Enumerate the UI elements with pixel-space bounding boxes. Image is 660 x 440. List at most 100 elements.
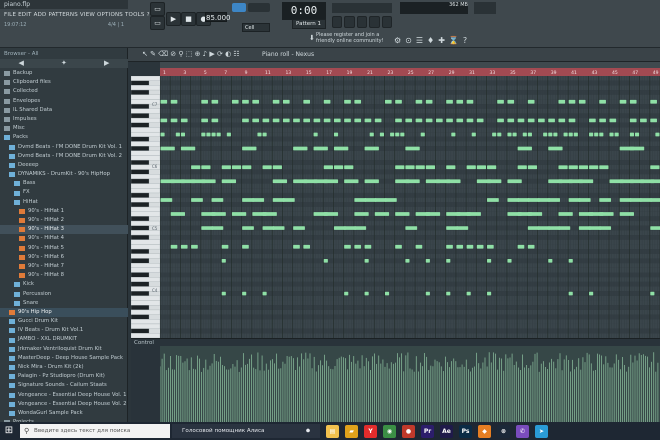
white-key[interactable] [131, 323, 160, 329]
note[interactable] [262, 118, 270, 123]
note[interactable] [594, 132, 599, 137]
note[interactable] [548, 258, 553, 263]
note[interactable] [568, 99, 576, 104]
note[interactable] [589, 291, 594, 296]
black-key[interactable] [131, 225, 150, 231]
note[interactable] [563, 132, 568, 137]
browser-item[interactable]: Jrkmaker Ventriloquist Drum Kit [0, 345, 128, 354]
note[interactable] [170, 99, 178, 104]
note[interactable] [160, 198, 173, 202]
note[interactable] [242, 226, 254, 230]
note[interactable] [191, 244, 198, 249]
note[interactable] [466, 244, 474, 249]
note[interactable] [415, 165, 425, 170]
note[interactable] [538, 118, 545, 123]
note[interactable] [446, 99, 453, 104]
note[interactable] [558, 226, 571, 230]
note[interactable] [599, 198, 612, 202]
black-key[interactable] [131, 216, 150, 222]
note[interactable] [466, 118, 474, 123]
note[interactable] [395, 165, 405, 170]
white-key[interactable] [131, 94, 160, 100]
note[interactable] [568, 258, 573, 263]
note[interactable] [364, 179, 379, 184]
note[interactable] [272, 99, 280, 104]
note[interactable] [364, 258, 369, 263]
note[interactable] [650, 118, 657, 123]
note[interactable] [527, 118, 535, 123]
browser-item[interactable]: IV Beats - Drum Kit Vol.1 [0, 326, 128, 335]
pat-song-toggle[interactable]: ▭ [150, 2, 165, 16]
browser-item[interactable]: Collected [0, 87, 128, 96]
note[interactable] [589, 118, 596, 123]
note[interactable] [364, 146, 379, 151]
note[interactable] [354, 226, 367, 230]
typing-keyboard-toggle[interactable] [232, 3, 246, 12]
note[interactable] [344, 226, 356, 230]
note[interactable] [650, 291, 655, 296]
note[interactable] [466, 99, 474, 104]
note[interactable] [344, 99, 351, 104]
tempo-icon[interactable]: ⌛ [449, 36, 459, 45]
note[interactable] [466, 291, 471, 296]
browser-item[interactable]: Signature Sounds - Cailum Staats [0, 381, 128, 390]
note[interactable] [201, 132, 206, 137]
menu-add[interactable]: ADD [34, 12, 47, 18]
note[interactable] [609, 132, 614, 137]
white-key[interactable] [131, 117, 160, 123]
note[interactable] [211, 132, 216, 137]
note[interactable] [262, 132, 267, 137]
register-notice[interactable]: Please register and join a friendly onli… [306, 32, 386, 48]
note[interactable] [242, 291, 247, 296]
note[interactable] [180, 132, 186, 137]
browser-item[interactable]: Vengeance - Essential Deep House Vol. 2 [0, 400, 128, 409]
note[interactable] [629, 146, 645, 151]
note[interactable] [262, 226, 275, 230]
note[interactable] [456, 99, 464, 104]
note[interactable] [323, 118, 331, 123]
white-key[interactable] [131, 267, 160, 273]
note[interactable] [487, 198, 499, 202]
black-key[interactable] [131, 89, 150, 95]
black-key[interactable] [131, 305, 150, 311]
note[interactable] [446, 258, 451, 263]
note[interactable] [170, 118, 178, 123]
note[interactable] [272, 179, 288, 184]
note[interactable] [650, 226, 660, 230]
note[interactable] [170, 244, 178, 249]
browser-item[interactable]: Dvmd Beats - I'M DONE Drum Kit Vol. 1 [0, 143, 128, 152]
browser-item[interactable]: JAMBO - XXL DRUMKIT [0, 335, 128, 344]
note[interactable] [231, 212, 247, 216]
browser-item[interactable]: FX [0, 188, 128, 197]
white-key[interactable] [131, 183, 160, 189]
browser-item[interactable]: Bass [0, 179, 128, 188]
note[interactable] [160, 118, 168, 123]
note[interactable] [374, 118, 382, 123]
note[interactable] [548, 118, 555, 123]
note[interactable] [216, 132, 221, 137]
note[interactable] [476, 244, 484, 249]
note[interactable] [272, 198, 285, 202]
note[interactable] [599, 226, 612, 230]
note[interactable] [629, 198, 642, 202]
browser-item[interactable]: 90's Hip Hop [0, 307, 128, 318]
note[interactable] [354, 118, 362, 123]
browser-item[interactable]: 90's - HiHat 7 [0, 262, 128, 271]
menu-patterns[interactable]: PATTERNS [48, 12, 77, 18]
note[interactable] [415, 118, 423, 123]
mixer-view-icon[interactable]: ☰ [416, 36, 423, 45]
note[interactable] [517, 146, 532, 151]
plugin-icon[interactable]: ✚ [438, 36, 445, 45]
note[interactable] [180, 118, 188, 123]
black-key[interactable] [131, 258, 150, 264]
note[interactable] [211, 99, 219, 104]
note[interactable] [568, 118, 576, 123]
note[interactable] [507, 198, 520, 202]
tool-icons[interactable]: ↖ ✎ ⌫ ⊘ ⚲ ⬚ ⊕ ♪ ▶ ⟳ ◐ ☷ [142, 50, 240, 58]
note[interactable] [323, 179, 339, 184]
browser-item[interactable]: Snare [0, 299, 128, 308]
note[interactable] [578, 179, 594, 184]
note[interactable] [436, 118, 443, 123]
browser-item[interactable]: Gucci Drum Kit [0, 317, 128, 326]
menu-edit[interactable]: EDIT [18, 12, 32, 18]
